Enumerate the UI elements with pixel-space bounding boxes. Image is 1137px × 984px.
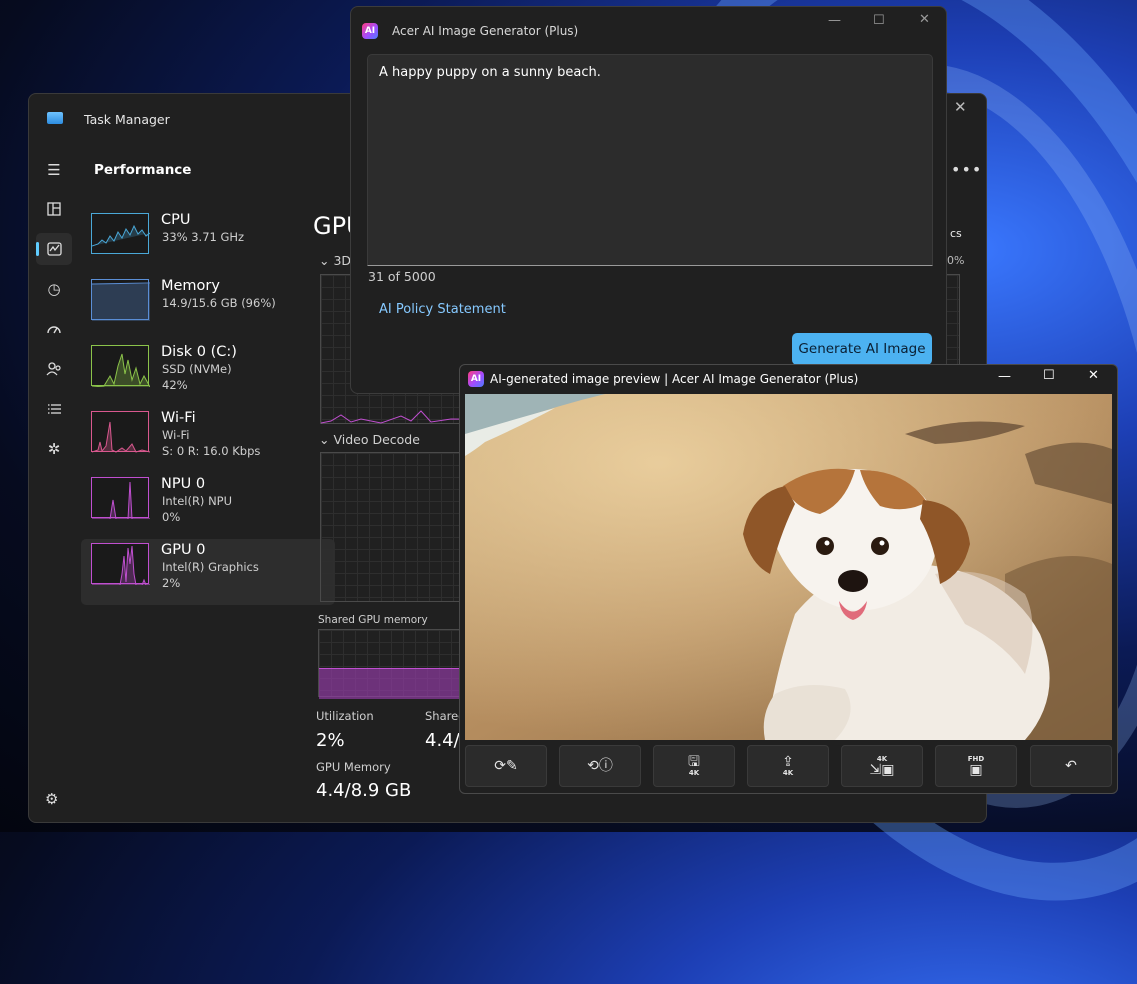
share-4k-button[interactable]: ⇪ 4K — [747, 745, 829, 787]
generated-image[interactable] — [465, 394, 1112, 740]
npu-thumbnail — [91, 477, 150, 519]
resolution-badge: 4K — [782, 769, 794, 777]
undo-button[interactable]: ↶ — [1030, 745, 1112, 787]
save-icon: 🖫 — [688, 754, 700, 770]
regenerate-edit-button[interactable]: ⟳✎ — [465, 745, 547, 787]
share-icon: ⇪ — [782, 754, 794, 770]
gpu-memory-value: 4.4/8.9 GB — [316, 780, 412, 801]
acer-generator-window: AI Acer AI Image Generator (Plus) — ☐ ✕ … — [350, 6, 947, 394]
perf-item-detail: Wi-Fi — [162, 428, 190, 442]
perf-item-cpu[interactable]: CPU 33% 3.71 GHz — [81, 209, 335, 275]
window-title: Acer AI Image Generator (Plus) — [392, 24, 579, 38]
perf-item-value: 42% — [162, 378, 188, 392]
set-wallpaper-icon: ⇲▣ — [869, 762, 895, 778]
fhd-image-icon: ▣ — [969, 762, 983, 778]
close-icon[interactable]: ✕ — [954, 98, 967, 116]
save-4k-button[interactable]: 🖫 4K — [653, 745, 735, 787]
ellipsis-icon[interactable]: ••• — [951, 160, 982, 179]
resolution-badge: 4K — [688, 769, 700, 777]
perf-item-detail: SSD (NVMe) — [162, 362, 232, 376]
engine-percent: 0% — [947, 254, 965, 267]
generate-ai-image-button[interactable]: Generate AI Image — [792, 333, 932, 365]
disk-thumbnail — [91, 345, 150, 387]
wifi-thumbnail — [91, 411, 150, 453]
perf-item-detail: Intel(R) Graphics — [162, 560, 259, 574]
perf-item-memory[interactable]: Memory 14.9/15.6 GB (96%) — [81, 275, 335, 341]
maximize-icon[interactable]: ☐ — [873, 13, 885, 28]
preview-toolbar: ⟳✎ ⟲ⓘ 🖫 4K ⇪ 4K 4K ⇲▣ FHD ▣ ↶ — [465, 745, 1114, 787]
shared-memory-value: 4.4/ — [425, 730, 460, 751]
engine-3d-label: 3D — [333, 253, 352, 268]
perf-item-name: Memory — [161, 278, 220, 294]
regenerate-edit-icon: ⟳✎ — [494, 758, 518, 774]
processes-icon[interactable] — [36, 193, 72, 225]
perf-item-name: GPU 0 — [161, 542, 206, 558]
perf-item-detail: Intel(R) NPU — [162, 494, 233, 508]
perf-item-disk[interactable]: Disk 0 (C:) SSD (NVMe) 42% — [81, 341, 335, 407]
image-preview-window: AI AI-generated image preview | Acer AI … — [459, 364, 1118, 794]
minimize-icon[interactable]: — — [998, 369, 1011, 384]
app-history-icon[interactable]: ◷ — [36, 273, 72, 305]
character-counter: 31 of 5000 — [368, 269, 436, 284]
perf-item-detail: 33% 3.71 GHz — [162, 230, 245, 244]
undo-icon: ↶ — [1065, 758, 1077, 774]
settings-icon[interactable]: ⚙ — [45, 790, 58, 808]
services-icon[interactable]: ✲ — [36, 433, 72, 465]
minimize-icon[interactable]: — — [828, 13, 841, 28]
rerun-info-icon: ⟲ⓘ — [587, 758, 613, 774]
gpu-thumbnail — [91, 543, 150, 585]
video-decode-dropdown[interactable]: ⌄ Video Decode — [319, 432, 420, 447]
maximize-icon[interactable]: ☐ — [1043, 368, 1055, 383]
acer-ai-logo-icon: AI — [468, 371, 484, 387]
acer-ai-logo-icon: AI — [362, 23, 378, 39]
perf-item-gpu[interactable]: GPU 0 Intel(R) Graphics 2% — [81, 539, 335, 605]
perf-item-value: S: 0 R: 16.0 Kbps — [162, 444, 261, 458]
utilization-value: 2% — [316, 730, 345, 751]
engine-label: cs — [950, 227, 962, 240]
startup-icon[interactable] — [36, 313, 72, 345]
ai-policy-link[interactable]: AI Policy Statement — [379, 302, 506, 317]
prompt-text: A happy puppy on a sunny beach. — [379, 65, 601, 80]
shared-gpu-memory-label: Shared GPU memory — [318, 614, 428, 626]
perf-item-npu[interactable]: NPU 0 Intel(R) NPU 0% — [81, 473, 335, 539]
puppy-beach-image — [465, 394, 1112, 740]
cpu-thumbnail — [91, 213, 150, 254]
perf-list: CPU 33% 3.71 GHz Memory 14.9/15.6 GB (96… — [81, 209, 335, 605]
perf-item-name: NPU 0 — [161, 476, 206, 492]
prompt-input[interactable]: A happy puppy on a sunny beach. — [367, 54, 933, 266]
utilization-label: Utilization — [316, 709, 374, 723]
page-title: Performance — [94, 162, 192, 178]
engine-3d-dropdown[interactable]: ⌄ 3D — [319, 253, 351, 268]
performance-icon[interactable] — [36, 233, 72, 265]
set-wallpaper-4k-button[interactable]: 4K ⇲▣ — [841, 745, 923, 787]
perf-item-name: Wi-Fi — [161, 410, 196, 426]
gpu-memory-label: GPU Memory — [316, 760, 391, 774]
rerun-info-button[interactable]: ⟲ⓘ — [559, 745, 641, 787]
close-icon[interactable]: ✕ — [1088, 368, 1099, 383]
window-title: Task Manager — [84, 112, 170, 127]
memory-thumbnail — [91, 279, 150, 321]
video-decode-label: Video Decode — [333, 432, 420, 447]
details-icon[interactable] — [36, 393, 72, 425]
nav-rail: ☰ ◷ ✲ — [29, 149, 77, 819]
hamburger-icon[interactable]: ☰ — [36, 154, 72, 186]
window-title: AI-generated image preview | Acer AI Ima… — [490, 372, 859, 386]
close-icon[interactable]: ✕ — [919, 12, 930, 27]
perf-item-name: Disk 0 (C:) — [161, 344, 237, 360]
fhd-image-button[interactable]: FHD ▣ — [935, 745, 1017, 787]
perf-item-wifi[interactable]: Wi-Fi Wi-Fi S: 0 R: 16.0 Kbps — [81, 407, 335, 473]
perf-item-name: CPU — [161, 212, 191, 228]
perf-item-value: 2% — [162, 576, 181, 590]
users-icon[interactable] — [36, 353, 72, 385]
perf-item-detail: 14.9/15.6 GB (96%) — [162, 296, 276, 310]
task-manager-app-icon — [47, 112, 63, 124]
perf-item-value: 0% — [162, 510, 181, 524]
